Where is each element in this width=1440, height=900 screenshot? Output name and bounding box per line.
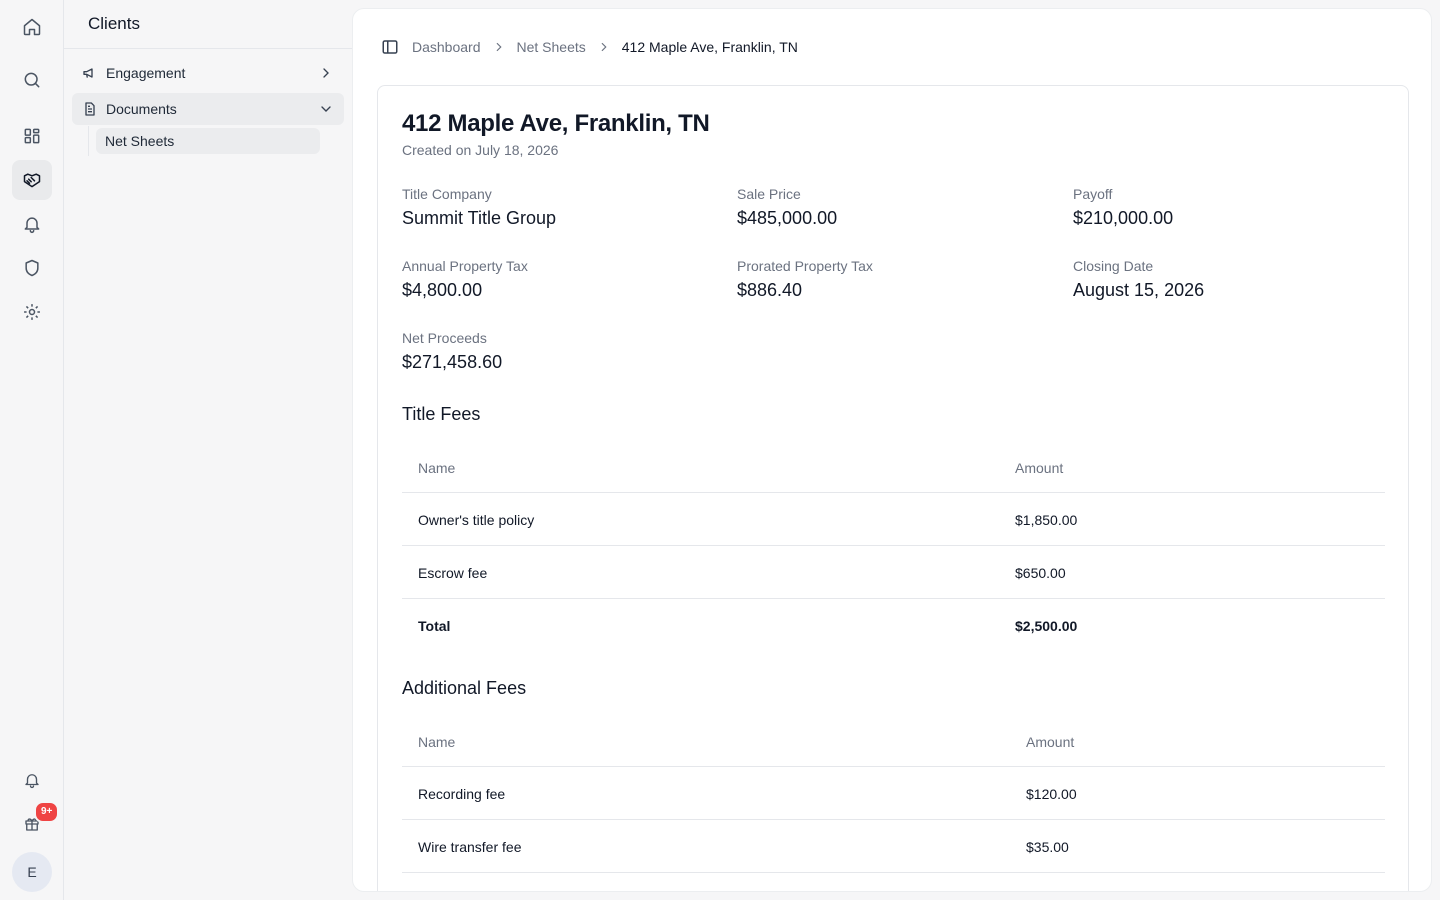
- column-header-name: Name: [418, 734, 456, 750]
- field-label: Sale Price: [737, 186, 801, 202]
- table-total-row: Total $2,500.00: [402, 599, 1385, 652]
- fee-name: Owner's title policy: [418, 512, 535, 528]
- page-title: 412 Maple Ave, Franklin, TN: [402, 110, 710, 137]
- field-net-proceeds: Net Proceeds $271,458.60: [402, 330, 502, 372]
- megaphone-icon: [82, 65, 98, 81]
- breadcrumb: Dashboard Net Sheets 412 Maple Ave, Fran…: [381, 38, 798, 56]
- field-annual-property-tax: Annual Property Tax $4,800.00: [402, 258, 528, 300]
- field-closing-date: Closing Date August 15, 2026: [1073, 258, 1204, 300]
- bell-icon[interactable]: [12, 204, 52, 244]
- home-icon[interactable]: [12, 7, 52, 47]
- sidebar-item-engagement[interactable]: Engagement: [72, 57, 344, 89]
- icon-rail: 9+ E: [0, 0, 64, 900]
- gear-icon[interactable]: [12, 292, 52, 332]
- column-header-name: Name: [418, 460, 456, 476]
- sidebar-toggle-icon[interactable]: [381, 38, 399, 56]
- table-row: Wire transfer fee $35.00: [402, 820, 1385, 873]
- chevron-right-icon: [492, 40, 506, 54]
- clients-sidebar: Clients Engagement Documents Net Sheets: [64, 0, 352, 900]
- breadcrumb-net-sheets[interactable]: Net Sheets: [517, 39, 586, 55]
- sidebar-title: Clients: [64, 0, 352, 49]
- table-row: Recording fee $120.00: [402, 767, 1385, 820]
- field-label: Payoff: [1073, 186, 1113, 202]
- shield-icon[interactable]: [12, 248, 52, 288]
- fee-name: Escrow fee: [418, 565, 488, 581]
- fee-name: Recording fee: [418, 786, 506, 802]
- field-prorated-property-tax: Prorated Property Tax $886.40: [737, 258, 873, 300]
- field-title-company: Title Company Summit Title Group: [402, 186, 556, 228]
- fee-amount: $120.00: [1026, 786, 1077, 802]
- fee-amount: $35.00: [1026, 839, 1069, 855]
- field-label: Title Company: [402, 186, 492, 202]
- title-fees-heading: Title Fees: [402, 404, 481, 424]
- total-amount: $2,500.00: [1015, 618, 1078, 634]
- field-sale-price: Sale Price $485,000.00: [737, 186, 837, 228]
- main-panel: Dashboard Net Sheets 412 Maple Ave, Fran…: [352, 8, 1432, 892]
- created-date: Created on July 18, 2026: [402, 142, 559, 158]
- sidebar-item-label: Engagement: [106, 65, 186, 81]
- fee-amount: $1,850.00: [1015, 512, 1078, 528]
- field-value: $4,800.00: [402, 280, 483, 300]
- dashboard-icon[interactable]: [12, 116, 52, 156]
- fee-name: Wire transfer fee: [418, 839, 522, 855]
- field-value: $886.40: [737, 280, 803, 300]
- field-label: Annual Property Tax: [402, 258, 528, 274]
- additional-fees-table: Name Amount Recording fee $120.00 Wire t…: [402, 713, 1385, 873]
- table-header: Name Amount: [402, 713, 1385, 767]
- breadcrumb-current: 412 Maple Ave, Franklin, TN: [621, 39, 798, 55]
- field-label: Prorated Property Tax: [737, 258, 873, 274]
- field-value: Summit Title Group: [402, 208, 557, 228]
- field-label: Net Proceeds: [402, 330, 487, 346]
- sidebar-item-documents[interactable]: Documents: [72, 93, 344, 125]
- sidebar-subitem-net-sheets[interactable]: Net Sheets: [96, 128, 320, 154]
- chevron-right-icon: [318, 65, 334, 81]
- avatar[interactable]: E: [12, 852, 52, 892]
- chevron-right-icon: [597, 40, 611, 54]
- total-label: Total: [418, 618, 451, 634]
- breadcrumb-dashboard[interactable]: Dashboard: [412, 39, 481, 55]
- field-value: $485,000.00: [737, 208, 838, 228]
- fee-amount: $650.00: [1015, 565, 1066, 581]
- title-fees-table: Name Amount Owner's title policy $1,850.…: [402, 439, 1385, 652]
- net-sheet-card: 412 Maple Ave, Franklin, TN Created on J…: [377, 85, 1409, 891]
- notification-badge: 9+: [34, 801, 60, 823]
- table-row: Escrow fee $650.00: [402, 546, 1385, 599]
- additional-fees-heading: Additional Fees: [402, 678, 527, 698]
- field-label: Closing Date: [1073, 258, 1154, 274]
- chevron-down-icon: [318, 101, 334, 117]
- column-header-amount: Amount: [1026, 734, 1075, 750]
- subnav-divider: [88, 126, 89, 156]
- field-value: August 15, 2026: [1073, 280, 1205, 300]
- field-payoff: Payoff $210,000.00: [1073, 186, 1173, 228]
- search-icon[interactable]: [12, 60, 52, 100]
- notification-bell-icon[interactable]: [12, 760, 52, 800]
- column-header-amount: Amount: [1015, 460, 1064, 476]
- sidebar-item-label: Documents: [106, 101, 177, 117]
- document-icon: [82, 101, 98, 117]
- handshake-icon[interactable]: [12, 160, 52, 200]
- table-header: Name Amount: [402, 439, 1385, 493]
- field-value: $271,458.60: [402, 352, 503, 372]
- table-row: Owner's title policy $1,850.00: [402, 493, 1385, 546]
- field-value: $210,000.00: [1073, 208, 1174, 228]
